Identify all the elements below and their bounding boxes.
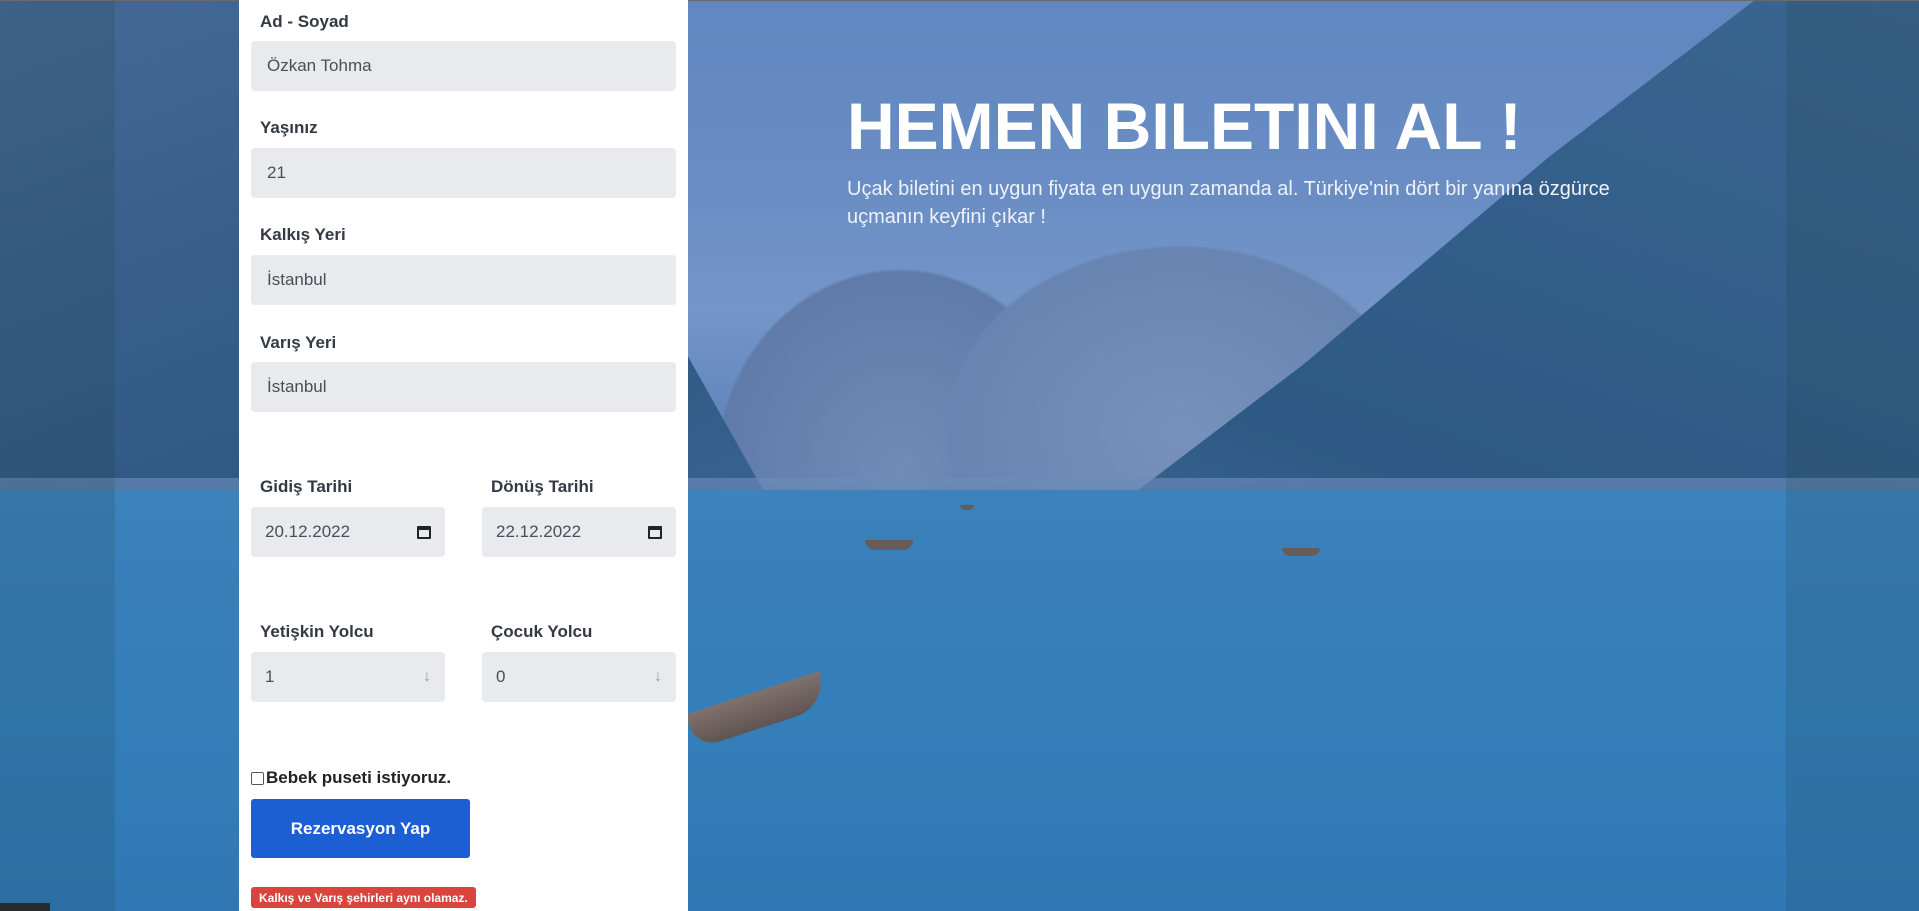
return-date-label: Dönüş Tarihi	[491, 477, 594, 496]
children-label: Çocuk Yolcu	[491, 622, 593, 641]
arrival-select[interactable]: İstanbul	[251, 362, 676, 412]
crib-checkbox-label[interactable]: Bebek puseti istiyoruz.	[266, 768, 451, 788]
name-value: Özkan Tohma	[267, 56, 372, 75]
side-strip-left	[0, 0, 115, 911]
adults-value: 1	[265, 667, 275, 686]
age-label: Yaşınız	[260, 118, 318, 137]
departure-label: Kalkış Yeri	[260, 225, 346, 244]
arrow-down-icon: ↓	[654, 668, 662, 685]
depart-date-label: Gidiş Tarihi	[260, 477, 353, 496]
side-strip-right	[1786, 0, 1919, 911]
adults-stepper[interactable]: 1 ↓	[251, 652, 445, 702]
adults-label: Yetişkin Yolcu	[260, 622, 374, 641]
children-stepper[interactable]: 0 ↓	[482, 652, 676, 702]
corner-tab	[0, 903, 50, 911]
departure-value: İstanbul	[267, 270, 327, 289]
return-date-value: 22.12.2022	[496, 522, 582, 541]
departure-select[interactable]: İstanbul	[251, 255, 676, 305]
depart-date-input[interactable]: 20.12.2022	[251, 507, 445, 557]
arrival-label: Varış Yeri	[260, 333, 337, 352]
calendar-icon[interactable]	[417, 525, 431, 539]
name-label: Ad - Soyad	[260, 12, 349, 31]
depart-date-value: 20.12.2022	[265, 522, 351, 541]
calendar-icon[interactable]	[648, 525, 662, 539]
crib-option: Bebek puseti istiyoruz.	[251, 768, 451, 788]
age-value: 21	[267, 163, 286, 182]
arrival-value: İstanbul	[267, 377, 327, 396]
hero-subtitle: Uçak biletini en uygun fiyata en uygun z…	[847, 178, 1610, 228]
children-value: 0	[496, 667, 506, 686]
return-date-input[interactable]: 22.12.2022	[482, 507, 676, 557]
name-input[interactable]: Özkan Tohma	[251, 41, 676, 91]
arrow-down-icon: ↓	[423, 668, 431, 685]
crib-checkbox[interactable]	[251, 771, 264, 785]
error-message: Kalkış ve Varış şehirleri aynı olamaz.	[251, 887, 476, 908]
reservation-form: Ad - Soyad Özkan Tohma Yaşınız 21 Kalkış…	[239, 0, 688, 911]
age-input[interactable]: 21	[251, 148, 676, 198]
reservation-button[interactable]: Rezervasyon Yap	[251, 799, 470, 858]
hero-title: HEMEN BILETINI AL !	[847, 89, 1522, 163]
